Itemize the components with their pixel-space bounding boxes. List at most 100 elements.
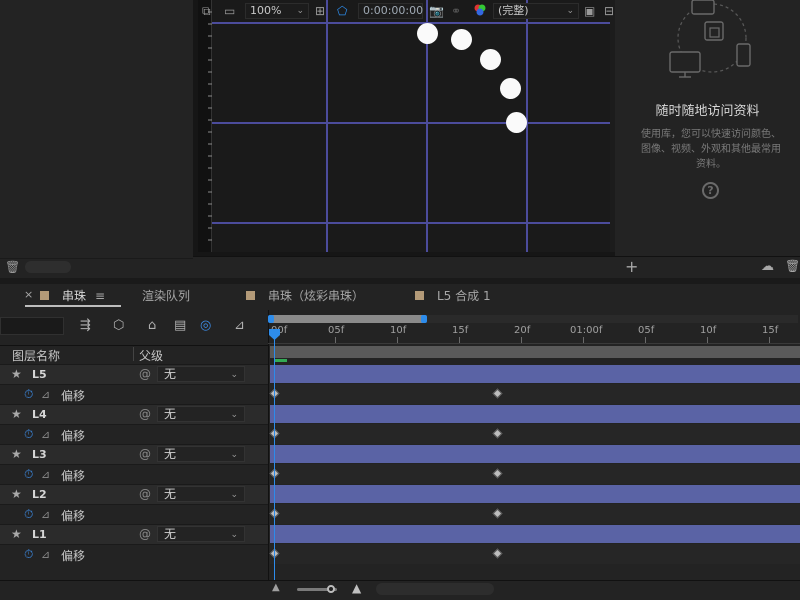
bead-l5[interactable] — [506, 112, 527, 133]
stopwatch-icon[interactable]: ⏱ — [24, 387, 33, 402]
monitor-icon[interactable]: ▭ — [224, 3, 235, 19]
label-color-swatch — [246, 291, 255, 300]
stopwatch-icon[interactable]: ⏱ — [24, 547, 33, 562]
pick-whip-icon[interactable]: @ — [139, 487, 151, 501]
layer-bar[interactable] — [270, 525, 800, 543]
property-name[interactable]: 偏移 — [61, 547, 85, 564]
column-header: 图层名称 父级 — [0, 345, 268, 363]
bead-l2[interactable] — [451, 29, 472, 50]
property-track — [270, 504, 800, 524]
zoom-select[interactable]: 100% ⌄ — [245, 3, 309, 19]
close-tab-icon[interactable]: × — [24, 288, 33, 301]
layer-row[interactable]: ★ L5 @ 无 ⌄ — [0, 364, 268, 384]
layer-search-input[interactable] — [0, 317, 64, 335]
stopwatch-icon[interactable]: ⏱ — [24, 507, 33, 522]
parent-select[interactable]: 无 ⌄ — [157, 446, 245, 462]
timecode-field[interactable]: 0:00:00:00 — [358, 3, 423, 19]
work-area-end-handle[interactable] — [421, 315, 427, 323]
creative-cloud-icon[interactable]: ☁ — [761, 259, 774, 274]
project-scrollbar[interactable] — [25, 261, 71, 273]
comp-canvas[interactable] — [212, 0, 610, 252]
zoom-slider-knob[interactable] — [327, 585, 335, 593]
trash-icon[interactable]: 🗑 — [785, 259, 800, 273]
graph-icon[interactable]: ⊿ — [41, 468, 50, 481]
work-area-bar[interactable] — [270, 315, 425, 323]
graph-icon[interactable]: ⊿ — [41, 508, 50, 521]
add-icon[interactable]: + — [625, 257, 638, 276]
layer-bar[interactable] — [270, 405, 800, 423]
channel-rgb-icon[interactable] — [473, 3, 487, 21]
property-row[interactable]: ⏱ ⊿ 偏移 — [0, 504, 268, 524]
mask-visibility-icon[interactable]: ⬠ — [337, 3, 347, 19]
column-parent[interactable]: 父级 — [139, 347, 163, 364]
property-name[interactable]: 偏移 — [61, 467, 85, 484]
layer-name[interactable]: L3 — [32, 448, 47, 461]
shy-layers-icon[interactable]: ⌂ — [148, 318, 156, 333]
timeline-scrollbar[interactable] — [376, 583, 494, 595]
layer-bar[interactable] — [270, 445, 800, 463]
help-icon[interactable]: ? — [702, 182, 719, 199]
trash-icon[interactable]: 🗑 — [5, 260, 20, 274]
property-row[interactable]: ⏱ ⊿ 偏移 — [0, 384, 268, 404]
frame-blending-icon[interactable]: ▤ — [174, 318, 186, 333]
parent-select[interactable]: 无 ⌄ — [157, 366, 245, 382]
motion-blur-icon[interactable]: ◎ — [200, 318, 211, 333]
layer-name[interactable]: L2 — [32, 488, 47, 501]
property-row[interactable]: ⏱ ⊿ 偏移 — [0, 424, 268, 444]
pick-whip-icon[interactable]: @ — [139, 367, 151, 381]
tab-l5-comp[interactable]: L5 合成 1 — [437, 288, 491, 304]
tab-menu-icon[interactable]: ≡ — [95, 288, 105, 304]
property-name[interactable]: 偏移 — [61, 507, 85, 524]
layer-row[interactable]: ★ L1 @ 无 ⌄ — [0, 524, 268, 544]
layer-row[interactable]: ★ L2 @ 无 ⌄ — [0, 484, 268, 504]
layer-row[interactable]: ★ L3 @ 无 ⌄ — [0, 444, 268, 464]
layer-bar[interactable] — [270, 365, 800, 383]
tab-chuanzhu[interactable]: 串珠 — [62, 288, 86, 304]
parent-select[interactable]: 无 ⌄ — [157, 526, 245, 542]
show-snapshot-icon[interactable]: ⚭ — [451, 3, 461, 19]
region-of-interest-icon[interactable]: ⧉ — [202, 3, 211, 19]
parent-select[interactable]: 无 ⌄ — [157, 406, 245, 422]
graph-icon[interactable]: ⊿ — [41, 388, 50, 401]
tab-chuanzhu-colorful[interactable]: 串珠（炫彩串珠） — [268, 288, 364, 304]
layer-row[interactable]: ★ L4 @ 无 ⌄ — [0, 404, 268, 424]
zoom-in-icon[interactable]: ▲ — [352, 581, 361, 595]
camera-snapshot-icon[interactable]: 📷 — [429, 3, 444, 19]
resolution-select[interactable]: (完整) ⌄ — [493, 3, 579, 19]
layer-name[interactable]: L1 — [32, 528, 47, 541]
parent-select[interactable]: 无 ⌄ — [157, 486, 245, 502]
layer-name[interactable]: L5 — [32, 368, 47, 381]
property-name[interactable]: 偏移 — [61, 427, 85, 444]
rgb-circles — [474, 4, 486, 16]
comp-flowchart-icon[interactable]: ⇶ — [80, 318, 91, 333]
stopwatch-icon[interactable]: ⏱ — [24, 427, 33, 442]
transparency-grid-icon[interactable]: ⊟ — [604, 3, 614, 19]
ruler-label: 05f — [328, 325, 345, 336]
work-area-start-handle[interactable] — [268, 315, 274, 323]
pick-whip-icon[interactable]: @ — [139, 407, 151, 421]
stopwatch-icon[interactable]: ⏱ — [24, 467, 33, 482]
bead-l3[interactable] — [480, 49, 501, 70]
grid-toggle-icon[interactable]: ⊞ — [315, 3, 325, 19]
zoom-out-icon[interactable]: ▲ — [272, 582, 280, 593]
property-row[interactable]: ⏱ ⊿ 偏移 — [0, 464, 268, 484]
pick-whip-icon[interactable]: @ — [139, 447, 151, 461]
graph-icon[interactable]: ⊿ — [41, 548, 50, 561]
ruler-label: 05f — [638, 325, 655, 336]
property-name[interactable]: 偏移 — [61, 387, 85, 404]
bead-l4[interactable] — [500, 78, 521, 99]
fast-preview-icon[interactable]: ▣ — [584, 3, 595, 19]
bead-l1[interactable] — [417, 23, 438, 44]
star-icon: ★ — [11, 407, 22, 421]
graph-icon[interactable]: ⊿ — [41, 428, 50, 441]
pick-whip-icon[interactable]: @ — [139, 527, 151, 541]
column-layer-name[interactable]: 图层名称 — [12, 347, 60, 364]
parent-value: 无 — [164, 527, 177, 541]
tab-render-queue[interactable]: 渲染队列 — [142, 288, 190, 304]
layer-bar[interactable] — [270, 485, 800, 503]
draft-3d-icon[interactable]: ⬡ — [113, 318, 124, 333]
property-row[interactable]: ⏱ ⊿ 偏移 — [0, 544, 268, 564]
graph-editor-icon[interactable]: ⊿ — [234, 318, 245, 333]
layer-name[interactable]: L4 — [32, 408, 47, 421]
chevron-down-icon: ⌄ — [566, 6, 574, 16]
